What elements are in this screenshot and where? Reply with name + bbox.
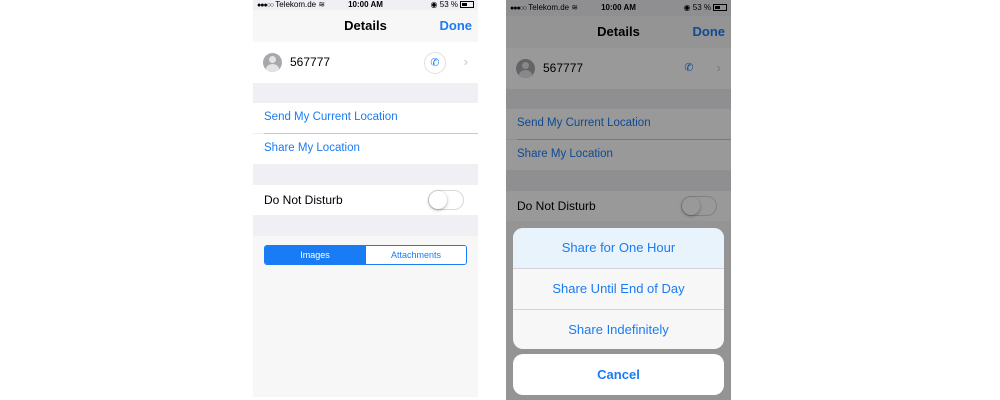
status-bar: ●●●○○ Telekom.de ≋ 10:00 AM ◉ 53 % [253, 0, 478, 10]
contact-row[interactable]: 567777 ✆ › [253, 42, 478, 83]
lock-rotation-icon: ◉ [430, 0, 438, 9]
tab-images[interactable]: Images [265, 246, 365, 264]
chevron-right-icon[interactable]: › [464, 54, 468, 69]
phone-icon[interactable]: ✆ [424, 52, 446, 74]
send-location-label: Send My Current Location [264, 111, 398, 123]
tab-attachments[interactable]: Attachments [365, 246, 466, 264]
attachments-segmented-control: Images Attachments [264, 245, 467, 265]
send-current-location-button[interactable]: Send My Current Location [253, 103, 478, 133]
battery-percent: 53 % [439, 0, 458, 9]
navigation-bar: Details Done [253, 10, 478, 43]
share-indefinitely-button[interactable]: Share Indefinitely [513, 309, 724, 349]
share-location-button[interactable]: Share My Location [253, 134, 478, 164]
action-sheet: Share for One Hour Share Until End of Da… [513, 228, 724, 349]
cancel-button[interactable]: Cancel [513, 354, 724, 395]
share-one-hour-button[interactable]: Share for One Hour [513, 228, 724, 268]
share-location-label: Share My Location [264, 142, 360, 154]
avatar-icon [263, 53, 282, 72]
contact-name: 567777 [290, 55, 331, 69]
share-location-screen: ●●●○○ Telekom.de ≋ 10:00 AM ◉ 53 % Detai… [506, 0, 731, 400]
share-end-of-day-button[interactable]: Share Until End of Day [513, 268, 724, 309]
do-not-disturb-row: Do Not Disturb [253, 185, 478, 215]
battery-icon [460, 1, 474, 9]
do-not-disturb-label: Do Not Disturb [264, 193, 343, 207]
done-button[interactable]: Done [440, 18, 473, 33]
details-screen: ●●●○○ Telekom.de ≋ 10:00 AM ◉ 53 % Detai… [253, 0, 478, 397]
do-not-disturb-toggle[interactable] [428, 190, 464, 210]
